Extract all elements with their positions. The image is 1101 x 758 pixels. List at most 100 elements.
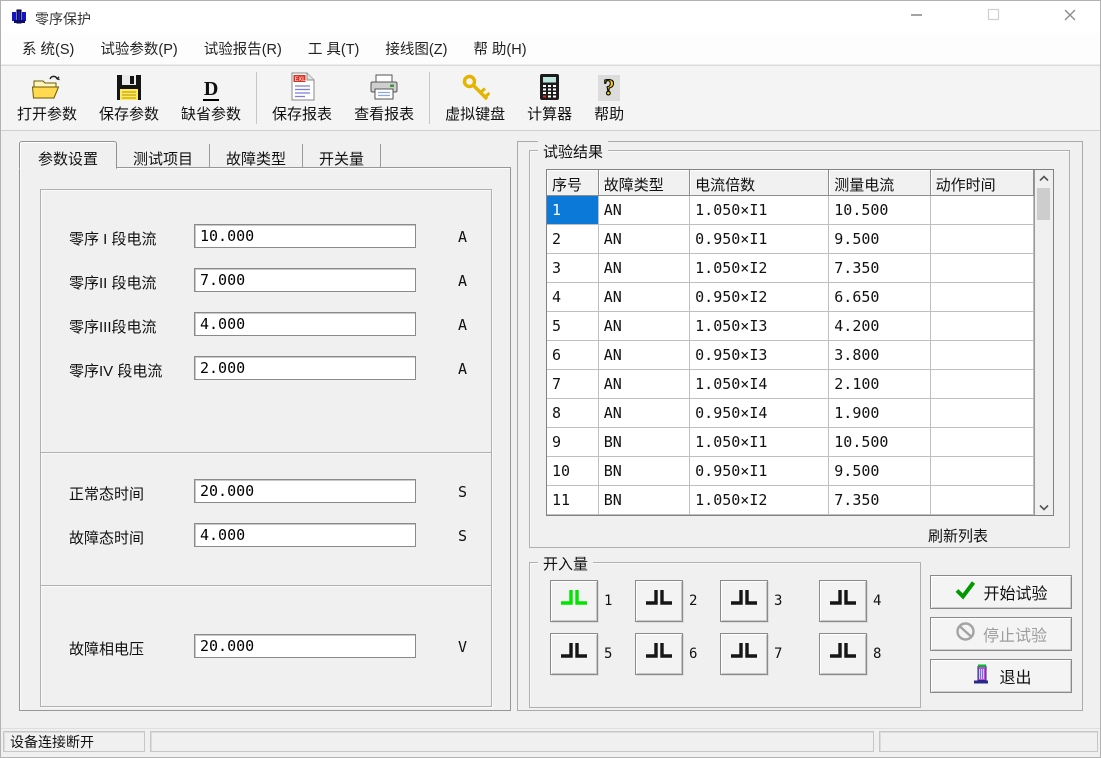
menu-item-2[interactable]: 试验报告(R) xyxy=(191,38,295,59)
table-cell[interactable]: 6 xyxy=(547,341,599,370)
table-cell[interactable]: AN xyxy=(599,196,690,225)
table-cell[interactable]: 1.050×I2 xyxy=(690,254,829,283)
digital-input-button-6[interactable] xyxy=(635,633,683,675)
menu-item-1[interactable]: 试验参数(P) xyxy=(87,38,190,59)
table-cell[interactable] xyxy=(931,486,1034,515)
tab-开关量[interactable]: 开关量 xyxy=(303,144,381,167)
digital-input-button-2[interactable] xyxy=(635,580,683,622)
column-header-序号[interactable]: 序号 xyxy=(547,170,599,196)
results-scrollbar[interactable] xyxy=(1034,170,1053,515)
menu-item-0[interactable]: 系 统(S) xyxy=(9,38,87,59)
table-row[interactable]: 8AN0.950×I41.900 xyxy=(547,399,1034,428)
table-cell[interactable]: 1 xyxy=(547,196,599,225)
table-row[interactable]: 7AN1.050×I42.100 xyxy=(547,370,1034,399)
table-row[interactable]: 11BN1.050×I27.350 xyxy=(547,486,1034,515)
table-cell[interactable]: BN xyxy=(599,457,690,486)
table-cell[interactable]: AN xyxy=(599,312,690,341)
table-cell[interactable]: 7 xyxy=(547,370,599,399)
table-cell[interactable]: 0.950×I4 xyxy=(690,399,829,428)
table-cell[interactable]: BN xyxy=(599,486,690,515)
table-cell[interactable]: AN xyxy=(599,283,690,312)
toolbar-save-params-button[interactable]: 保存参数 xyxy=(88,70,170,126)
table-cell[interactable]: 3 xyxy=(547,254,599,283)
table-cell[interactable]: 10 xyxy=(547,457,599,486)
toolbar-view-report-button[interactable]: 查看报表 xyxy=(343,70,425,126)
table-cell[interactable]: 1.050×I1 xyxy=(690,428,829,457)
digital-input-button-8[interactable] xyxy=(819,633,867,675)
table-cell[interactable] xyxy=(931,428,1034,457)
toolbar-default-params-button[interactable]: D缺省参数 xyxy=(170,70,252,126)
menu-item-3[interactable]: 工 具(T) xyxy=(295,38,373,59)
table-cell[interactable] xyxy=(931,283,1034,312)
table-row[interactable]: 2AN0.950×I19.500 xyxy=(547,225,1034,254)
param-input[interactable] xyxy=(194,268,416,292)
table-cell[interactable]: 7.350 xyxy=(829,486,930,515)
table-cell[interactable]: 6.650 xyxy=(829,283,930,312)
close-button[interactable] xyxy=(1047,1,1093,33)
toolbar-open-params-button[interactable]: 打开参数 xyxy=(6,70,88,126)
table-cell[interactable]: BN xyxy=(599,428,690,457)
toolbar-calculator-button[interactable]: 计算器 xyxy=(516,70,583,126)
table-cell[interactable]: 0.950×I1 xyxy=(690,457,829,486)
table-cell[interactable]: 1.050×I3 xyxy=(690,312,829,341)
table-cell[interactable]: 9 xyxy=(547,428,599,457)
maximize-button[interactable] xyxy=(970,1,1016,33)
table-cell[interactable]: 1.900 xyxy=(829,399,930,428)
table-row[interactable]: 3AN1.050×I27.350 xyxy=(547,254,1034,283)
menu-item-5[interactable]: 帮 助(H) xyxy=(460,38,539,59)
digital-input-button-1[interactable] xyxy=(550,580,598,622)
param-input[interactable] xyxy=(194,356,416,380)
tab-故障类型[interactable]: 故障类型 xyxy=(210,144,303,167)
table-cell[interactable]: 2.100 xyxy=(829,370,930,399)
column-header-动作时间[interactable]: 动作时间 xyxy=(931,170,1034,196)
scrollbar-thumb[interactable] xyxy=(1037,188,1050,220)
toolbar-help-button[interactable]: ?帮助 xyxy=(583,70,635,126)
table-row[interactable]: 1AN1.050×I110.500 xyxy=(547,196,1034,225)
table-cell[interactable]: AN xyxy=(599,370,690,399)
start-test-button[interactable]: 开始试验 xyxy=(930,575,1072,609)
menu-item-4[interactable]: 接线图(Z) xyxy=(372,38,460,59)
table-cell[interactable]: 11 xyxy=(547,486,599,515)
stop-test-button[interactable]: 停止试验 xyxy=(930,617,1072,651)
table-row[interactable]: 9BN1.050×I110.500 xyxy=(547,428,1034,457)
column-header-故障类型[interactable]: 故障类型 xyxy=(599,170,690,196)
table-cell[interactable]: 0.950×I2 xyxy=(690,283,829,312)
table-cell[interactable]: AN xyxy=(599,341,690,370)
tab-参数设置[interactable]: 参数设置 xyxy=(19,141,117,169)
table-row[interactable]: 10BN0.950×I19.500 xyxy=(547,457,1034,486)
param-input[interactable] xyxy=(194,634,416,658)
table-cell[interactable]: 9.500 xyxy=(829,457,930,486)
table-cell[interactable] xyxy=(931,225,1034,254)
table-cell[interactable]: 10.500 xyxy=(829,428,930,457)
table-cell[interactable]: 9.500 xyxy=(829,225,930,254)
table-cell[interactable]: AN xyxy=(599,225,690,254)
tab-测试项目[interactable]: 测试项目 xyxy=(117,144,210,167)
refresh-list-link[interactable]: 刷新列表 xyxy=(928,525,988,546)
table-cell[interactable] xyxy=(931,341,1034,370)
param-input[interactable] xyxy=(194,312,416,336)
table-row[interactable]: 4AN0.950×I26.650 xyxy=(547,283,1034,312)
table-cell[interactable]: 10.500 xyxy=(829,196,930,225)
param-input[interactable] xyxy=(194,224,416,248)
digital-input-button-7[interactable] xyxy=(720,633,768,675)
table-cell[interactable]: 0.950×I1 xyxy=(690,225,829,254)
exit-button[interactable]: 退出 xyxy=(930,659,1072,693)
minimize-button[interactable] xyxy=(893,1,939,33)
table-cell[interactable]: 3.800 xyxy=(829,341,930,370)
table-cell[interactable]: AN xyxy=(599,399,690,428)
table-cell[interactable]: 0.950×I3 xyxy=(690,341,829,370)
table-cell[interactable]: AN xyxy=(599,254,690,283)
digital-input-button-3[interactable] xyxy=(720,580,768,622)
column-header-电流倍数[interactable]: 电流倍数 xyxy=(690,170,829,196)
digital-input-button-4[interactable] xyxy=(819,580,867,622)
table-row[interactable]: 6AN0.950×I33.800 xyxy=(547,341,1034,370)
scroll-down-arrow[interactable] xyxy=(1035,499,1053,515)
table-cell[interactable]: 1.050×I2 xyxy=(690,486,829,515)
param-input[interactable] xyxy=(194,523,416,547)
table-cell[interactable]: 1.050×I4 xyxy=(690,370,829,399)
table-cell[interactable]: 2 xyxy=(547,225,599,254)
table-cell[interactable]: 7.350 xyxy=(829,254,930,283)
table-cell[interactable]: 8 xyxy=(547,399,599,428)
column-header-测量电流[interactable]: 测量电流 xyxy=(829,170,930,196)
table-cell[interactable]: 4 xyxy=(547,283,599,312)
